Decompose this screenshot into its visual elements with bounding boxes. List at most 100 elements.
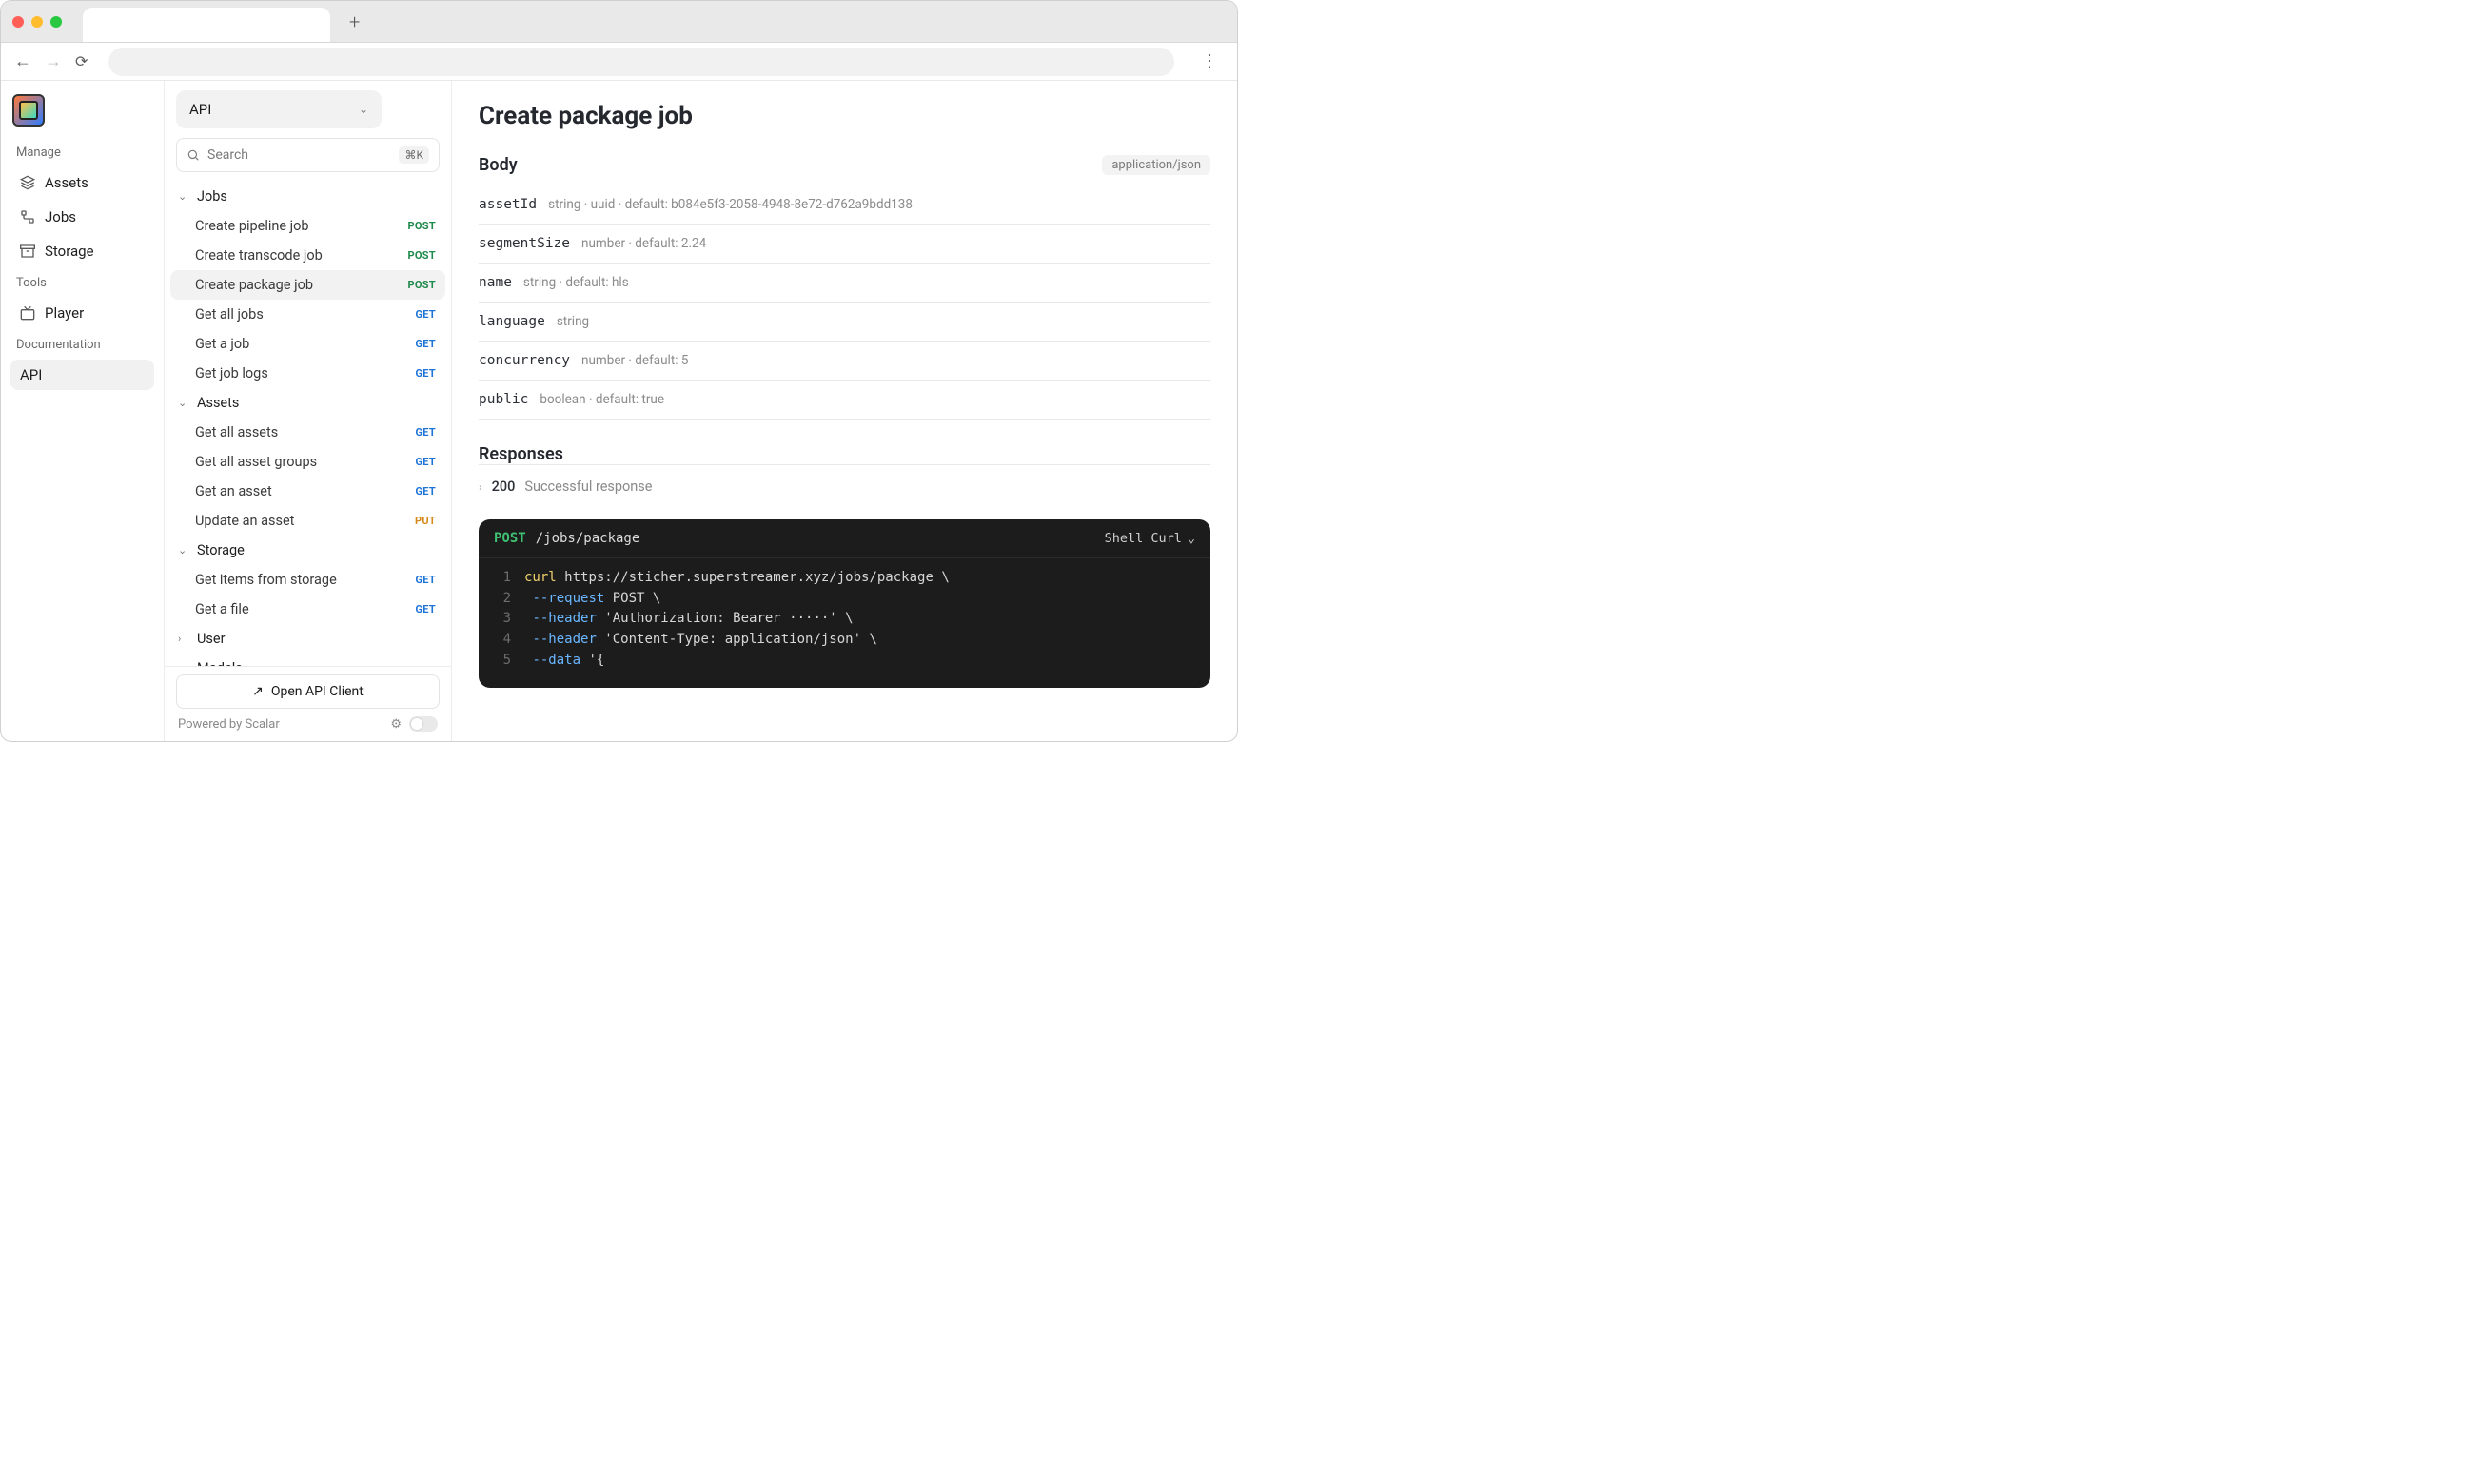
line-number: 3 xyxy=(494,609,511,630)
param-row: concurrencynumber · default: 5 xyxy=(479,342,1210,381)
chevron-down-icon: ⌄ xyxy=(359,103,368,116)
reload-button[interactable]: ⟳ xyxy=(75,52,88,70)
endpoint-item[interactable]: Get all assetsGET xyxy=(170,418,445,447)
tv-icon xyxy=(20,305,35,321)
nav-item-api[interactable]: API xyxy=(10,360,154,390)
browser-toolbar: ← → ⟳ ⋮ xyxy=(1,43,1237,81)
code-sample: POST /jobs/package Shell Curl ⌄ 1curl ht… xyxy=(479,519,1210,688)
close-window-button[interactable] xyxy=(12,16,24,28)
method-badge: GET xyxy=(415,308,436,321)
tree-group-label: Storage xyxy=(197,542,245,558)
nav-label: Storage xyxy=(45,243,94,260)
section-label-manage: Manage xyxy=(10,140,154,164)
param-meta: number · default: 2.24 xyxy=(581,236,706,251)
nav-item-assets[interactable]: Assets xyxy=(10,167,154,198)
search-placeholder: Search xyxy=(207,147,248,163)
response-desc: Successful response xyxy=(524,478,652,495)
method-badge: GET xyxy=(415,574,436,586)
layers-icon xyxy=(20,175,35,190)
method-badge: GET xyxy=(415,338,436,350)
param-name: name xyxy=(479,275,512,290)
window-titlebar: + xyxy=(1,1,1237,43)
tree-group-label: Assets xyxy=(197,395,239,411)
tree-group[interactable]: ›Models xyxy=(170,654,445,666)
minimize-window-button[interactable] xyxy=(31,16,43,28)
param-row: publicboolean · default: true xyxy=(479,381,1210,420)
code-language-selector[interactable]: Shell Curl ⌄ xyxy=(1105,531,1195,546)
search-icon xyxy=(187,148,200,162)
chevron-down-icon: ⌄ xyxy=(1188,531,1195,546)
param-name: concurrency xyxy=(479,353,570,368)
theme-toggle[interactable] xyxy=(409,716,438,732)
endpoint-label: Get a file xyxy=(195,601,249,617)
endpoint-item[interactable]: Update an assetPUT xyxy=(170,506,445,536)
endpoint-label: Get all jobs xyxy=(195,306,264,322)
method-badge: GET xyxy=(415,367,436,380)
method-badge: POST xyxy=(408,220,436,232)
chevron-down-icon: ⌄ xyxy=(178,190,189,203)
chevron-right-icon: › xyxy=(479,480,482,494)
box-icon xyxy=(20,244,35,259)
nav-item-player[interactable]: Player xyxy=(10,298,154,328)
endpoint-item[interactable]: Create pipeline jobPOST xyxy=(170,211,445,241)
chevron-down-icon: ⌄ xyxy=(178,397,189,409)
method-badge: POST xyxy=(408,249,436,262)
section-label-tools: Tools xyxy=(10,270,154,294)
maximize-window-button[interactable] xyxy=(50,16,62,28)
line-number: 2 xyxy=(494,589,511,610)
open-api-client-button[interactable]: ↗ Open API Client xyxy=(176,674,440,709)
back-button[interactable]: ← xyxy=(14,51,31,71)
endpoint-label: Get items from storage xyxy=(195,572,337,588)
code-method: POST xyxy=(494,531,526,546)
nav-item-jobs[interactable]: Jobs xyxy=(10,202,154,232)
endpoint-item[interactable]: Get all jobs GET xyxy=(170,300,445,329)
nav-label: Assets xyxy=(45,174,88,191)
forward-button[interactable]: → xyxy=(45,51,62,71)
param-row: languagestring xyxy=(479,303,1210,342)
endpoint-item[interactable]: Get job logsGET xyxy=(170,359,445,388)
param-row: namestring · default: hls xyxy=(479,264,1210,303)
url-bar[interactable] xyxy=(108,48,1174,76)
param-name: segmentSize xyxy=(479,236,570,251)
endpoint-item[interactable]: Get a fileGET xyxy=(170,595,445,624)
dropdown-label: API xyxy=(189,101,211,118)
tree-group[interactable]: ⌄Storage xyxy=(170,536,445,565)
tree-group-label: User xyxy=(197,631,226,647)
nav-label: API xyxy=(20,366,42,383)
body-section-heading: Body xyxy=(479,155,518,175)
workflow-icon xyxy=(20,209,35,225)
code-lang-label: Shell Curl xyxy=(1105,531,1182,546)
response-code: 200 xyxy=(492,478,516,495)
browser-menu-button[interactable]: ⋮ xyxy=(1195,51,1224,71)
gear-icon[interactable]: ⚙ xyxy=(390,717,402,732)
nav-item-storage[interactable]: Storage xyxy=(10,236,154,266)
tree-group[interactable]: ⌄Jobs xyxy=(170,182,445,211)
endpoint-label: Get a job xyxy=(195,336,249,352)
endpoint-item[interactable]: Get items from storage GET xyxy=(170,565,445,595)
content-type-badge: application/json xyxy=(1102,155,1210,175)
nav-label: Player xyxy=(45,304,84,322)
browser-tab[interactable] xyxy=(83,8,330,42)
primary-sidebar: Manage Assets Jobs Storage Tools Player … xyxy=(1,81,165,741)
main-content: Create package job Body application/json… xyxy=(452,81,1237,741)
endpoint-item[interactable]: Create transcode jobPOST xyxy=(170,241,445,270)
api-selector-dropdown[interactable]: API ⌄ xyxy=(176,90,382,128)
endpoint-item[interactable]: Create package jobPOST xyxy=(170,270,445,300)
response-row[interactable]: › 200 Successful response xyxy=(479,465,1210,512)
endpoint-item[interactable]: Get a job GET xyxy=(170,329,445,359)
param-meta: boolean · default: true xyxy=(540,392,664,407)
page-title: Create package job xyxy=(479,102,1210,130)
chevron-right-icon: › xyxy=(178,662,189,666)
param-name: assetId xyxy=(479,197,537,212)
tree-group[interactable]: ⌄ Assets xyxy=(170,388,445,418)
endpoint-label: Get an asset xyxy=(195,483,272,499)
endpoint-item[interactable]: Get all asset groupsGET xyxy=(170,447,445,477)
new-tab-button[interactable]: + xyxy=(349,10,360,33)
method-badge: POST xyxy=(408,279,436,291)
param-meta: string · uuid · default: b084e5f3-2058-4… xyxy=(548,197,913,212)
line-number: 5 xyxy=(494,651,511,672)
tree-group[interactable]: ›User xyxy=(170,624,445,654)
search-input[interactable]: Search ⌘K xyxy=(176,138,440,172)
param-row: assetId string · uuid · default: b084e5f3… xyxy=(479,186,1210,225)
endpoint-item[interactable]: Get an assetGET xyxy=(170,477,445,506)
